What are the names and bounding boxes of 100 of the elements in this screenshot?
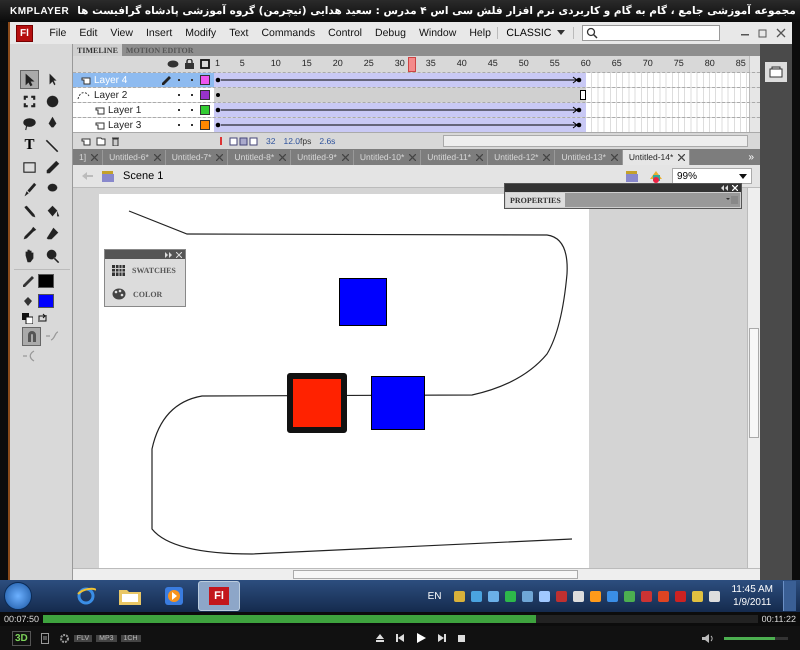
- workspace-dropdown[interactable]: CLASSIC: [497, 27, 574, 39]
- tray-icon[interactable]: [521, 590, 534, 602]
- stop-icon[interactable]: [457, 634, 466, 642]
- text-tool-icon[interactable]: T: [20, 136, 39, 155]
- frame-number: 20: [332, 58, 343, 68]
- frame-rate: 12.0: [283, 136, 300, 146]
- zoom-dropdown[interactable]: 99%: [672, 168, 752, 184]
- frame-span[interactable]: [214, 118, 586, 132]
- new-layer-icon[interactable]: [81, 136, 91, 146]
- tray-icon[interactable]: [691, 590, 704, 602]
- panel-tab[interactable]: TIMELINE: [73, 44, 122, 56]
- panel-button[interactable]: COLOR: [105, 282, 185, 306]
- shapes-icon[interactable]: [648, 169, 664, 183]
- library-icon[interactable]: [765, 62, 787, 82]
- settings-icon[interactable]: [58, 632, 70, 644]
- tray-icon[interactable]: [606, 590, 620, 602]
- panel-tab[interactable]: PROPERTIES: [506, 193, 565, 207]
- menu-item[interactable]: Control: [322, 27, 368, 39]
- layer-color-swatch[interactable]: [200, 120, 210, 130]
- grid-icon: [112, 265, 125, 276]
- swap-colors-icon[interactable]: [37, 313, 48, 324]
- speaker-icon[interactable]: [701, 632, 714, 644]
- frame-span[interactable]: [214, 73, 586, 87]
- next-icon[interactable]: [437, 633, 448, 643]
- frame-number: 40: [456, 58, 467, 68]
- tray-icon[interactable]: [538, 590, 552, 602]
- 3d-button[interactable]: 3D: [12, 630, 31, 646]
- tray-icon[interactable]: [504, 590, 518, 602]
- frame-number: 65: [612, 58, 622, 68]
- tray-icon[interactable]: [487, 590, 500, 602]
- menu-item[interactable]: File: [42, 27, 73, 39]
- menu-item[interactable]: Insert: [139, 27, 179, 39]
- outline-icon[interactable]: [200, 59, 210, 69]
- frame-number: 50: [518, 58, 529, 68]
- menu-item[interactable]: View: [104, 27, 140, 39]
- menu-item[interactable]: Edit: [72, 27, 104, 39]
- layer-color-swatch[interactable]: [200, 90, 210, 100]
- scrollbar-thumb[interactable]: [749, 328, 759, 438]
- flash-app-icon[interactable]: Fl: [198, 581, 240, 611]
- menu-icon[interactable]: [40, 632, 49, 644]
- frame-number: 15: [302, 58, 312, 68]
- tray-icon[interactable]: [572, 590, 586, 602]
- scrollbar-thumb[interactable]: [293, 570, 578, 579]
- document-tab[interactable]: Untitled-14*: [622, 150, 690, 165]
- collapse-icon[interactable]: [165, 252, 172, 258]
- trash-icon[interactable]: [111, 136, 120, 146]
- color-swatch[interactable]: [38, 294, 54, 308]
- more-tabs-button[interactable]: »: [742, 152, 760, 165]
- language-indicator[interactable]: EN: [428, 590, 442, 602]
- keyframe-dot[interactable]: [216, 93, 220, 97]
- layer-color-swatch[interactable]: [200, 105, 210, 115]
- play-icon[interactable]: [415, 632, 428, 644]
- frame-number: 75: [674, 58, 684, 68]
- player-logo: KMPLAYER: [10, 6, 70, 16]
- lock-icon[interactable]: [185, 59, 194, 69]
- end-frame-marker[interactable]: [580, 90, 586, 100]
- tray-icon[interactable]: [453, 590, 466, 602]
- eject-icon[interactable]: [375, 633, 386, 643]
- menu-item[interactable]: Modify: [178, 27, 223, 39]
- close-icon[interactable]: [776, 28, 786, 38]
- frame-number: 60: [580, 58, 591, 68]
- menu-item[interactable]: Text: [222, 27, 255, 39]
- onion-skin-icon[interactable]: [218, 136, 258, 146]
- color-swatch[interactable]: [38, 274, 54, 288]
- previous-icon[interactable]: [395, 633, 406, 643]
- panel-menu-icon[interactable]: [726, 196, 738, 204]
- fps-unit: fps: [300, 136, 312, 146]
- layer-row[interactable]: Layer 3: [73, 118, 214, 132]
- search-icon: [586, 27, 598, 39]
- menu-item[interactable]: Commands: [254, 27, 322, 39]
- pencil-icon: [22, 275, 34, 287]
- guide-layer-icon: [77, 90, 91, 100]
- clapperboard-icon[interactable]: [624, 169, 640, 183]
- menu-item[interactable]: Window: [412, 27, 463, 39]
- scrollbar[interactable]: [443, 135, 748, 147]
- default-colors-icon[interactable]: [22, 313, 33, 324]
- restore-icon[interactable]: [758, 28, 768, 38]
- volume-slider[interactable]: [724, 636, 776, 640]
- tray-icon[interactable]: [470, 590, 484, 602]
- panel-button[interactable]: SWATCHES: [105, 259, 185, 282]
- tray-icon[interactable]: [623, 590, 636, 602]
- start-button[interactable]: [4, 582, 32, 610]
- menu-item[interactable]: Help: [462, 27, 498, 39]
- layer-row[interactable]: Layer 2: [73, 88, 214, 102]
- frame-number: 80: [704, 58, 715, 68]
- layer-row[interactable]: Layer 1: [73, 103, 214, 117]
- tray-icon[interactable]: [708, 590, 722, 602]
- bucket-icon: [22, 295, 34, 307]
- tray-icon[interactable]: [589, 590, 602, 602]
- search-field[interactable]: [582, 25, 720, 41]
- layer-color-swatch[interactable]: [200, 75, 210, 85]
- elapsed-time: 2.6s: [319, 136, 336, 146]
- folder-icon[interactable]: [96, 136, 106, 146]
- close-icon[interactable]: [678, 154, 686, 160]
- frame-number: 1: [215, 58, 220, 68]
- frame-span[interactable]: [214, 103, 586, 117]
- magnet-icon[interactable]: [22, 326, 41, 346]
- frame-number: 35: [426, 58, 436, 68]
- menu-item[interactable]: Debug: [368, 27, 412, 39]
- eye-icon[interactable]: [167, 60, 179, 68]
